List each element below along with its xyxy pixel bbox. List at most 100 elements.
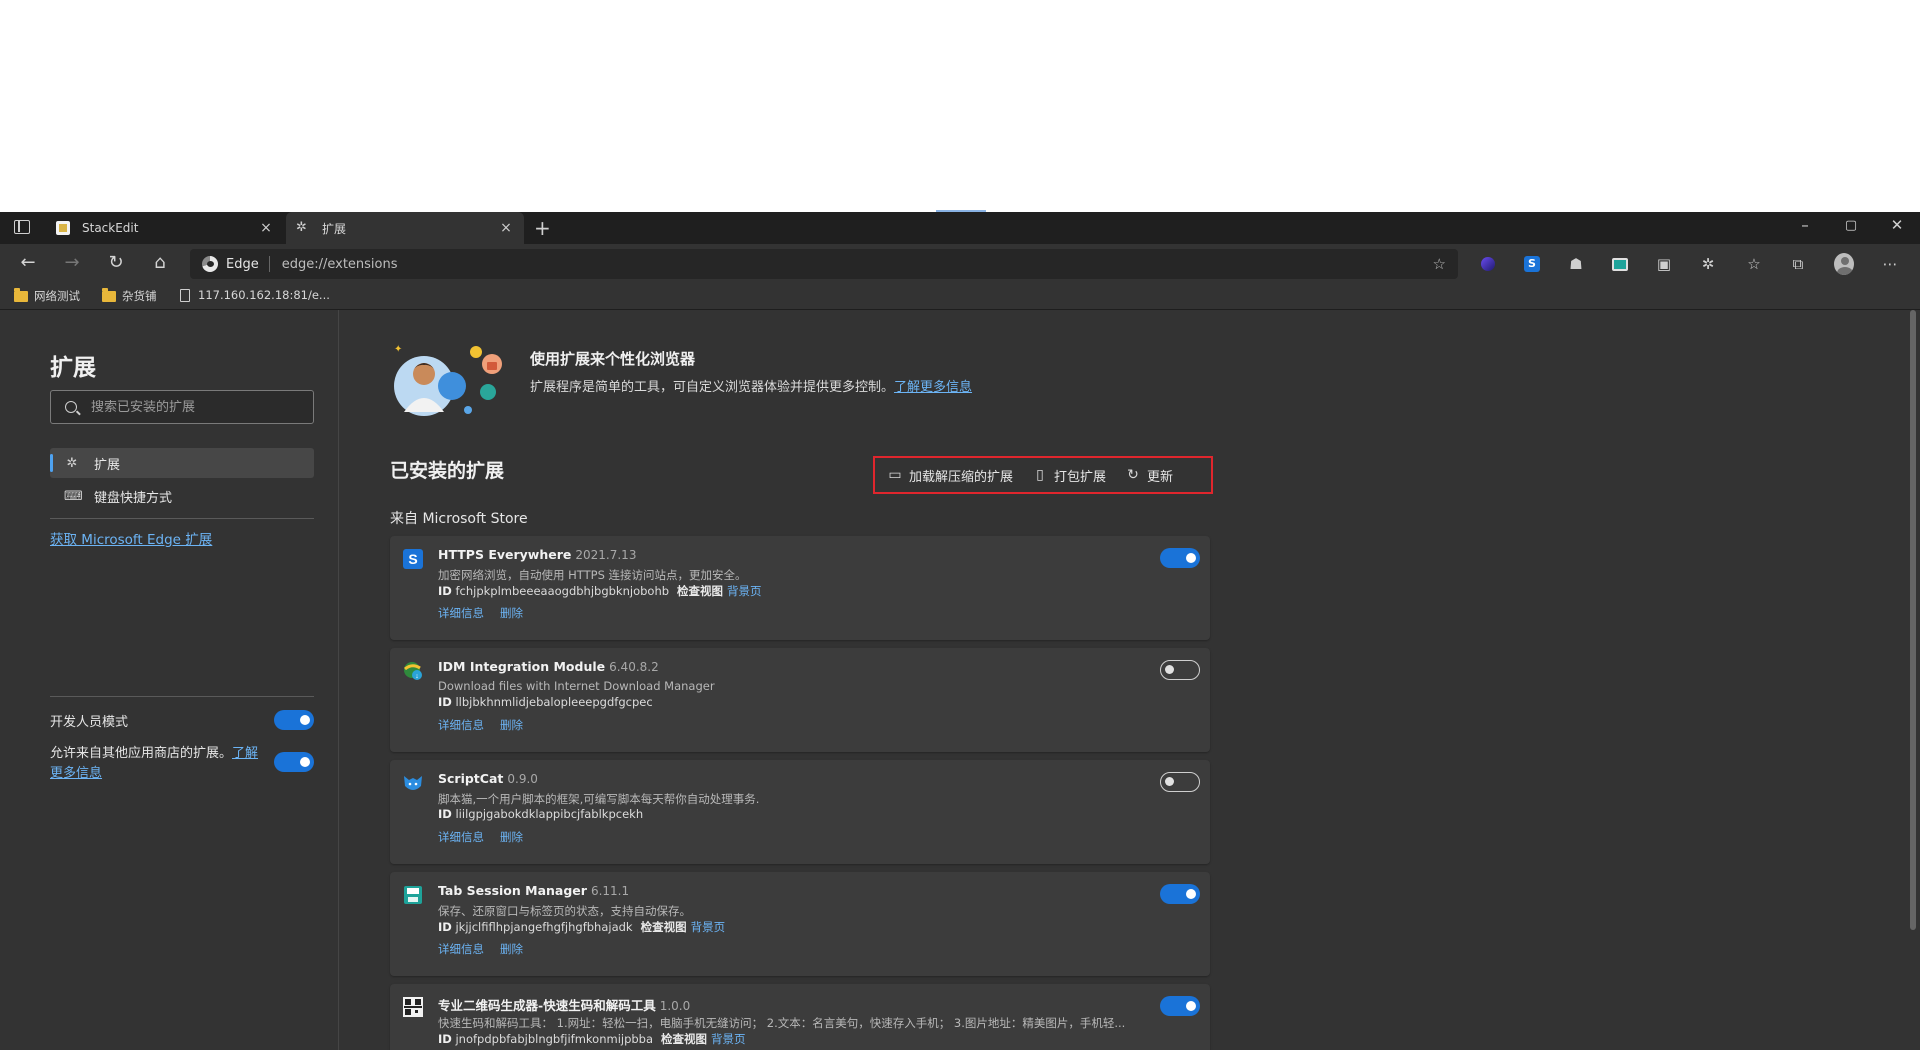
forward-arrow-icon[interactable]: → (60, 252, 84, 276)
extension-id-row: ID fchjpkplmbeeeaaogdbhjbgbknjobohb 检查视图背… (438, 583, 762, 599)
extension-card: Tab Session Manager 6.11.1 保存、还原窗口与标签页的状态… (390, 872, 1210, 976)
extensions-menu-icon[interactable]: ✲ (1698, 254, 1718, 274)
back-arrow-icon[interactable]: ← (16, 252, 40, 276)
extension-version: 6.11.1 (590, 884, 630, 898)
extension-name: Tab Session Manager (438, 883, 587, 898)
refresh-icon: ↻ (1127, 467, 1139, 483)
developer-mode-toggle[interactable] (274, 710, 314, 730)
sidebar-divider (50, 696, 314, 697)
address-url[interactable]: edge://extensions (282, 257, 1433, 272)
get-extensions-link[interactable]: 获取 Microsoft Edge 扩展 (50, 528, 212, 548)
update-button[interactable]: ↻ 更新 (1126, 466, 1173, 485)
extensions-page: 扩展 ✲ 扩展 ⌨ 键盘快捷方式 获取 Microsoft Edge 扩展 开发… (0, 310, 1920, 1050)
extension-description: 脚本猫,一个用户脚本的框架,可编写脚本每天帮你自动处理事务. (438, 792, 760, 806)
new-tab-button[interactable]: + (534, 216, 551, 240)
tab-session-manager-icon[interactable] (1610, 254, 1630, 274)
extension-description: 保存、还原窗口与标签页的状态，支持自动保存。 (438, 904, 691, 918)
add-favorite-icon[interactable]: ☆ (1433, 255, 1446, 273)
extension-card: 专业二维码生成器-快速生码和解码工具 1.0.0 快速生码和解码工具： 1.网址：… (390, 984, 1210, 1050)
extension-name: HTTPS Everywhere (438, 547, 572, 562)
background-page-link[interactable]: 背景页 (727, 584, 762, 598)
background-page-link[interactable]: 背景页 (711, 1032, 746, 1046)
remove-link[interactable]: 删除 (500, 718, 523, 732)
tab-label: 扩展 (322, 221, 347, 236)
extension-enable-toggle[interactable] (1160, 548, 1200, 568)
page-scrollbar[interactable] (1910, 310, 1916, 930)
extension-name-row: ScriptCat 0.9.0 (438, 771, 538, 786)
close-window-button[interactable]: ✕ (1882, 216, 1912, 234)
details-link[interactable]: 详细信息 (438, 830, 484, 844)
load-unpacked-label: 加载解压缩的扩展 (909, 469, 1014, 485)
pack-extension-label: 打包扩展 (1054, 469, 1107, 485)
details-link[interactable]: 详细信息 (438, 606, 484, 620)
extension-version: 1.0.0 (659, 999, 691, 1013)
collections-icon[interactable]: ⧉ (1788, 254, 1808, 274)
minimize-button[interactable]: – (1790, 216, 1820, 234)
svg-text:↓: ↓ (415, 673, 419, 680)
extension-version: 2021.7.13 (575, 548, 637, 562)
search-input[interactable] (91, 399, 291, 415)
extension-name-row: IDM Integration Module 6.40.8.2 (438, 659, 659, 674)
more-menu-icon[interactable]: ⋯ (1880, 254, 1900, 274)
refresh-icon[interactable]: ↻ (104, 252, 128, 276)
bookmark-folder-network-test[interactable]: 网络测试 (14, 287, 80, 304)
address-bar[interactable]: Edge edge://extensions ☆ (190, 249, 1458, 279)
extension-enable-toggle[interactable] (1160, 884, 1200, 904)
restore-button[interactable]: ▢ (1836, 218, 1866, 233)
close-tab-icon[interactable]: × (498, 220, 514, 236)
favorites-icon[interactable]: ☆ (1744, 254, 1764, 274)
source-heading: 来自 Microsoft Store (390, 511, 528, 527)
extension-id: liilgpjgabokdklappibcjfablkpcekh (455, 807, 644, 821)
sidebar-item-extensions[interactable]: ✲ 扩展 (50, 448, 314, 478)
search-icon (65, 401, 77, 413)
folder-icon (102, 287, 116, 302)
sidebar-item-label: 键盘快捷方式 (94, 490, 173, 506)
details-link[interactable]: 详细信息 (438, 718, 484, 732)
extension-links: 详细信息 删除 (438, 717, 539, 733)
close-tab-icon[interactable]: × (258, 220, 274, 236)
sidebar: 扩展 ✲ 扩展 ⌨ 键盘快捷方式 获取 Microsoft Edge 扩展 开发… (0, 310, 339, 1050)
extension-enable-toggle[interactable] (1160, 660, 1200, 680)
sidebar-item-keyboard-shortcuts[interactable]: ⌨ 键盘快捷方式 (50, 481, 314, 511)
load-unpacked-button[interactable]: ▭ 加载解压缩的扩展 (888, 466, 1013, 485)
extension-id: llbjbkhnmlidjebalopleeepgdfgcpec (455, 695, 653, 709)
inspect-views-label: 检查视图 (640, 920, 687, 934)
remove-link[interactable]: 删除 (500, 606, 523, 620)
remove-link[interactable]: 删除 (500, 830, 523, 844)
extension-violet-icon[interactable] (1478, 254, 1498, 274)
extension-id-row: ID llbjbkhnmlidjebalopleeepgdfgcpec (438, 695, 653, 709)
remove-link[interactable]: 删除 (500, 942, 523, 956)
details-link[interactable]: 详细信息 (438, 942, 484, 956)
scriptcat-toolbar-icon[interactable]: ☗ (1566, 254, 1586, 274)
bookmark-folder-misc[interactable]: 杂货铺 (102, 287, 157, 304)
extension-enable-toggle[interactable] (1160, 996, 1200, 1016)
tab-session-icon (404, 886, 422, 904)
extension-version: 0.9.0 (507, 772, 538, 786)
page-icon (180, 288, 190, 302)
extension-description: Download files with Internet Download Ma… (438, 679, 715, 693)
tab-extensions[interactable]: ✲ 扩展 × (286, 212, 524, 244)
bookmark-label: 网络测试 (34, 289, 80, 303)
tab-stackedit[interactable]: StackEdit × (46, 212, 284, 244)
background-page-link[interactable]: 背景页 (691, 920, 726, 934)
extension-id-row: ID jkjjclfiflhpjangefhgfjhgfbhajadk 检查视图背… (438, 919, 725, 935)
profile-avatar[interactable] (1834, 253, 1854, 275)
allow-other-stores-label: 允许来自其他应用商店的扩展。 (50, 746, 233, 761)
id-label: ID (438, 920, 452, 934)
extension-id: jkjjclfiflhpjangefhgfjhgfbhajadk (455, 920, 633, 934)
extension-enable-toggle[interactable] (1160, 772, 1200, 792)
tab-actions-icon[interactable] (14, 220, 30, 234)
extension-name-row: Tab Session Manager 6.11.1 (438, 883, 629, 898)
hero-learn-more-link[interactable]: 了解更多信息 (894, 380, 972, 395)
folder-icon (14, 287, 28, 302)
stackedit-extension-icon[interactable]: S (1522, 254, 1542, 274)
developer-mode-label: 开发人员模式 (50, 715, 129, 730)
home-icon[interactable]: ⌂ (148, 252, 172, 276)
qrcode-toolbar-icon[interactable]: ▣ (1654, 254, 1674, 274)
developer-mode-row: 开发人员模式 (50, 708, 314, 732)
search-box[interactable] (50, 390, 314, 424)
allow-other-stores-toggle[interactable] (274, 752, 314, 772)
pack-extension-button[interactable]: ▯ 打包扩展 (1033, 466, 1106, 485)
extension-description: 快速生码和解码工具： 1.网址：轻松一扫，电脑手机无缝访问； 2.文本：名言美句… (438, 1016, 1126, 1030)
bookmark-page-link[interactable]: 117.160.162.18:81/e... (180, 288, 330, 302)
